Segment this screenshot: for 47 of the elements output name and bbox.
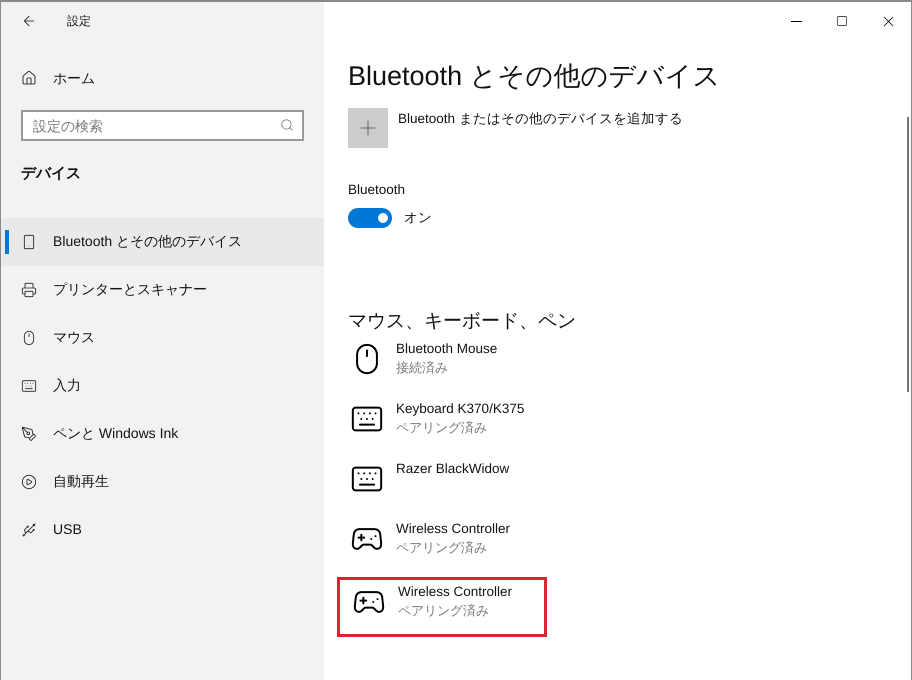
printer-icon <box>21 282 37 298</box>
toggle-state: オン <box>404 209 432 228</box>
device-status: ペアリング済み <box>396 418 488 436</box>
maximize-icon <box>836 15 848 27</box>
add-device-label[interactable]: Bluetooth またはその他のデバイスを追加する <box>398 109 683 130</box>
mouse-icon <box>21 330 37 346</box>
device-status: ペアリング済み <box>396 538 488 556</box>
nav-item[interactable]: 自動再生 <box>1 458 324 506</box>
keyboard-icon <box>21 378 37 394</box>
section-heading: デバイス <box>20 164 82 184</box>
window-title: 設定 <box>67 13 91 30</box>
device-name: Bluetooth Mouse <box>396 340 498 358</box>
device-name: Keyboard K370/K375 <box>396 400 524 418</box>
home-link[interactable]: ホーム <box>1 60 324 96</box>
search-field[interactable]: 設定の検索 <box>21 110 304 141</box>
home-icon <box>21 70 37 86</box>
selection-indicator <box>5 230 9 254</box>
section-heading: マウス、キーボード、ペン <box>348 310 577 334</box>
nav-item[interactable]: マウス <box>1 314 324 362</box>
device-item[interactable]: Wireless Controller ペアリング済み <box>337 576 547 636</box>
usb-icon <box>21 522 37 538</box>
scrollbar[interactable] <box>907 117 909 392</box>
device-status: 接続済み <box>396 358 449 376</box>
nav-item[interactable]: プリンターとスキャナー <box>1 266 324 314</box>
devices-icon <box>21 234 37 250</box>
device-item[interactable]: Keyboard K370/K375 ペアリング済み <box>338 396 548 456</box>
minimize-icon <box>790 20 802 22</box>
nav-item[interactable]: USB <box>1 506 324 554</box>
device-name: Razer BlackWidow <box>396 460 510 478</box>
search-icon <box>280 118 294 132</box>
device-status: ペアリング済み <box>398 602 490 620</box>
device-name: Wireless Controller <box>398 582 512 600</box>
pen-icon <box>21 426 37 442</box>
play-icon <box>21 474 37 490</box>
bluetooth-label: Bluetooth <box>348 181 406 199</box>
nav-item[interactable]: Bluetooth とその他のデバイス <box>1 218 324 266</box>
nav-item[interactable]: 入力 <box>1 362 324 410</box>
device-name: Wireless Controller <box>396 520 510 538</box>
device-item[interactable]: Razer BlackWidow <box>338 456 548 516</box>
nav-item[interactable]: ペンと Windows Ink <box>1 410 324 458</box>
page-heading: Bluetooth とその他のデバイス <box>348 60 722 93</box>
device-item[interactable]: Bluetooth Mouse 接続済み <box>338 336 548 396</box>
add-device-button[interactable] <box>348 108 388 148</box>
bluetooth-toggle[interactable] <box>348 208 392 228</box>
back-button[interactable] <box>21 13 37 29</box>
device-item[interactable]: Wireless Controller ペアリング済み <box>338 516 548 576</box>
back-icon <box>21 13 37 29</box>
